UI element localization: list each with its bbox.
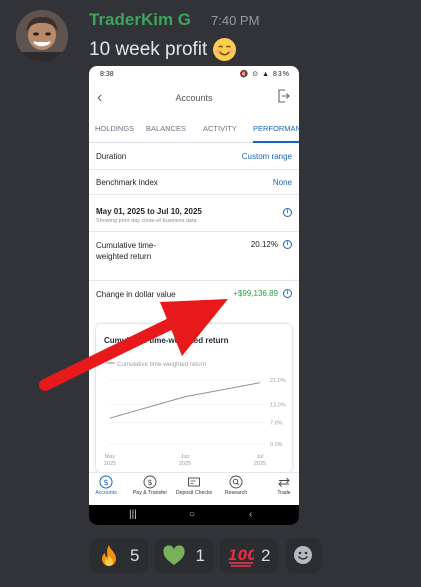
status-bar: 8:38 🔇 ⊙ ▲ 83% bbox=[89, 66, 299, 84]
reaction-fire[interactable]: 5 bbox=[89, 538, 149, 573]
nav-research[interactable]: Research bbox=[216, 475, 256, 496]
nav-deposit-checks[interactable]: Deposit Checks bbox=[174, 475, 214, 496]
x-tick-label: Jul 2025 bbox=[254, 454, 266, 467]
dollar-change-label: Change in dollar value bbox=[96, 290, 176, 299]
add-reaction-button[interactable] bbox=[285, 538, 323, 573]
research-icon bbox=[229, 475, 243, 489]
hundred-points-icon: 100 bbox=[228, 544, 257, 568]
tab-balances[interactable]: BALANCES bbox=[146, 121, 186, 141]
reaction-count: 5 bbox=[130, 545, 140, 565]
benchmark-value[interactable]: None bbox=[273, 178, 292, 187]
nav-trade[interactable]: Trade bbox=[264, 475, 299, 496]
x-tick-label: May 2025 bbox=[104, 454, 116, 467]
svg-text:100: 100 bbox=[228, 548, 254, 564]
back-icon[interactable]: ‹ bbox=[249, 509, 252, 520]
message-text: 10 week profit bbox=[89, 38, 208, 60]
dollar-change-value: +$99,136.89 bbox=[233, 289, 278, 298]
trade-icon bbox=[277, 475, 291, 489]
reaction-bar: 5 1 100 2 bbox=[89, 538, 323, 573]
nav-deposit-checks-label: Deposit Checks bbox=[175, 490, 213, 496]
benchmark-label: Benchmark index bbox=[96, 178, 158, 187]
transfer-icon: $ bbox=[143, 475, 157, 489]
x-tick-label: Jun 2025 bbox=[179, 454, 191, 467]
screenshot-attachment[interactable]: 8:38 🔇 ⊙ ▲ 83% ‹ Accounts HOLDINGS BALAN… bbox=[89, 66, 299, 525]
y-tick-label: 0.0% bbox=[270, 442, 283, 448]
recent-apps-icon[interactable]: ||| bbox=[129, 509, 137, 520]
logout-icon[interactable] bbox=[278, 89, 290, 103]
cumulative-return-label: Cumulative time-weighted return bbox=[96, 241, 157, 261]
dollar-circle-icon: $ bbox=[99, 475, 113, 489]
tab-holdings[interactable]: HOLDINGS bbox=[95, 121, 134, 141]
benchmark-row[interactable]: Benchmark index None bbox=[89, 170, 299, 195]
nav-accounts[interactable]: $ Accounts bbox=[89, 475, 126, 496]
series-line bbox=[109, 382, 261, 419]
app-bar-title: Accounts bbox=[175, 93, 213, 103]
avatar[interactable] bbox=[16, 10, 68, 62]
account-tabs: HOLDINGS BALANCES ACTIVITY PERFORMANCE bbox=[89, 118, 299, 143]
home-icon[interactable]: ○ bbox=[189, 509, 195, 520]
duration-value[interactable]: Custom range bbox=[242, 152, 292, 161]
svg-text:$: $ bbox=[103, 478, 108, 487]
duration-label: Duration bbox=[96, 152, 127, 161]
info-icon[interactable]: i bbox=[283, 240, 292, 249]
cumulative-return-value: 20.12% bbox=[250, 240, 278, 249]
smiling-face-icon bbox=[212, 37, 237, 62]
reaction-count: 2 bbox=[260, 545, 271, 565]
message-content: 10 week profit bbox=[89, 37, 237, 62]
message-timestamp: 7:40 PM bbox=[211, 13, 260, 28]
nav-accounts-label: Accounts bbox=[95, 490, 117, 496]
date-note: Showing prior day close-of-business data bbox=[96, 218, 197, 224]
date-range-row: May 01, 2025 to Jul 10, 2025 Showing pri… bbox=[89, 195, 299, 232]
green-heart-icon bbox=[162, 544, 186, 568]
check-deposit-icon bbox=[187, 475, 201, 489]
nav-pay-transfer[interactable]: $ Pay & Transfer bbox=[130, 475, 170, 496]
app-bar: ‹ Accounts bbox=[89, 84, 299, 118]
info-icon[interactable]: i bbox=[283, 289, 292, 298]
info-icon[interactable]: i bbox=[283, 208, 292, 217]
system-navigation-bar: ||| ○ ‹ bbox=[89, 505, 299, 525]
tab-performance[interactable]: PERFORMANCE bbox=[253, 121, 299, 143]
y-tick-label: 21.0% bbox=[270, 378, 286, 384]
cumulative-return-row: Cumulative time-weighted return 20.12% i bbox=[89, 232, 299, 281]
dollar-change-row: Change in dollar value +$99,136.89 i bbox=[89, 281, 299, 321]
return-line-chart: 21.0% 13.0% 7.0% 0.0% May 2025 Jun 2025 Jul 2025 bbox=[104, 362, 286, 467]
status-time: 8:38 bbox=[100, 71, 114, 78]
reaction-count: 1 bbox=[195, 545, 205, 565]
date-range: May 01, 2025 to Jul 10, 2025 bbox=[96, 207, 202, 216]
y-tick-label: 13.0% bbox=[270, 402, 286, 408]
add-reaction-icon bbox=[292, 544, 316, 568]
tab-activity[interactable]: ACTIVITY bbox=[203, 121, 237, 141]
nav-pay-transfer-label: Pay & Transfer bbox=[132, 490, 168, 496]
reaction-hundred-points[interactable]: 100 2 bbox=[219, 538, 280, 573]
nav-research-label: Research bbox=[224, 490, 248, 496]
bottom-navigation: $ Accounts $ Pay & Transfer Deposit Chec… bbox=[89, 472, 299, 506]
status-icons: 🔇 ⊙ ▲ 83% bbox=[239, 71, 290, 78]
reaction-green-heart[interactable]: 1 bbox=[154, 538, 214, 573]
duration-row[interactable]: Duration Custom range bbox=[89, 143, 299, 170]
fire-icon bbox=[97, 544, 121, 568]
y-tick-label: 7.0% bbox=[270, 421, 283, 427]
svg-text:$: $ bbox=[147, 478, 152, 487]
nav-trade-label: Trade bbox=[277, 490, 291, 496]
author-name[interactable]: TraderKim G bbox=[89, 10, 191, 30]
return-chart-card: Cumulative time-weighted return Cumulati… bbox=[96, 324, 292, 472]
